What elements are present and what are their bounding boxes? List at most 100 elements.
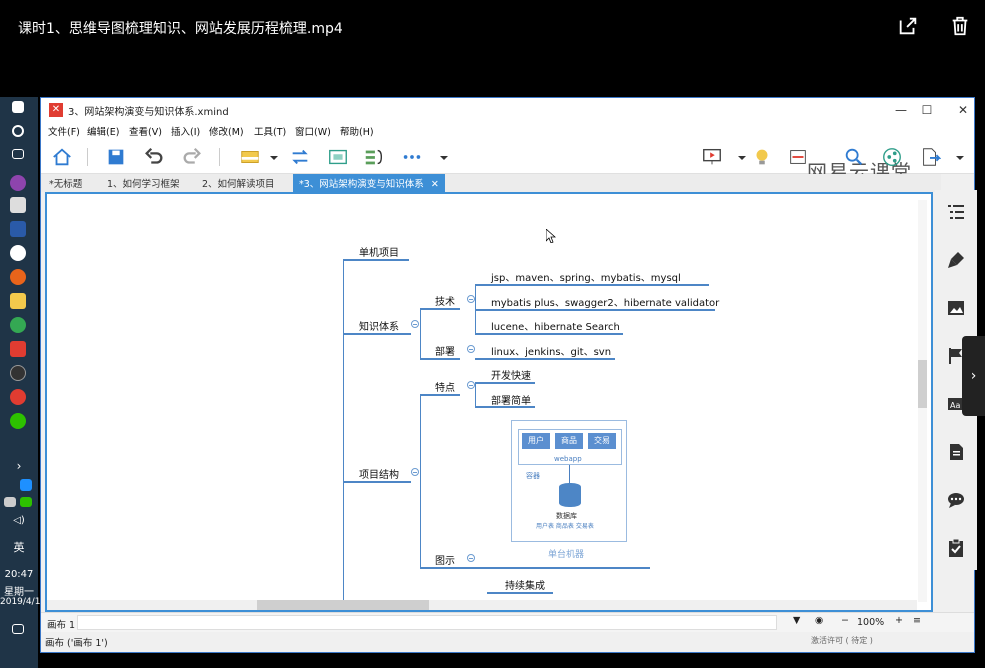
menu-modify[interactable]: 修改(M) <box>209 124 244 138</box>
format-brush-icon[interactable] <box>946 250 966 270</box>
wechat-tray-icon[interactable] <box>20 497 32 507</box>
collapse-toggle-icon[interactable] <box>411 320 419 328</box>
topic-icon[interactable] <box>239 146 261 168</box>
topic-dropdown-icon[interactable] <box>263 146 278 168</box>
more-icon[interactable] <box>401 146 423 168</box>
notes-icon[interactable] <box>946 442 966 462</box>
tab-read-project[interactable]: 2、如何解读项目 <box>202 176 275 190</box>
minimize-button[interactable]: — <box>891 101 911 119</box>
node-features[interactable]: 特点 <box>435 379 455 394</box>
architecture-diagram[interactable]: 用户 商品 交易 webapp 容器 数据库 用户表 商品表 交易表 单台机器 <box>511 420 627 560</box>
outline-list-icon[interactable] <box>946 202 966 222</box>
menu-edit[interactable]: 编辑(E) <box>87 124 119 138</box>
scroll-thumb[interactable] <box>918 360 927 408</box>
branch-line <box>475 382 476 406</box>
comment-icon[interactable] <box>946 490 966 510</box>
node-deploy-item[interactable]: linux、jenkins、git、svn <box>491 343 611 358</box>
app-purple-icon[interactable] <box>10 175 26 191</box>
menu-file[interactable]: 文件(F) <box>48 124 80 138</box>
filter-icon[interactable]: ▼ <box>793 615 800 626</box>
eye-icon[interactable]: ◉ <box>815 615 823 626</box>
tab-close-icon[interactable]: ✕ <box>431 179 439 190</box>
notification-icon[interactable] <box>12 624 24 634</box>
sheet-tab[interactable]: 画布 1 <box>47 617 75 631</box>
expand-panel-button[interactable]: › <box>962 336 985 416</box>
relationship-icon[interactable] <box>289 146 311 168</box>
export-dropdown-icon[interactable] <box>949 146 964 168</box>
network-icon[interactable] <box>4 497 16 507</box>
node-feature-1[interactable]: 开发快速 <box>491 367 531 382</box>
menu-insert[interactable]: 插入(I) <box>171 124 200 138</box>
menu-window[interactable]: 窗口(W) <box>295 124 331 138</box>
firefox-icon[interactable] <box>10 269 26 285</box>
presentation-icon[interactable] <box>701 146 723 168</box>
outline-icon[interactable] <box>787 146 809 168</box>
share-icon[interactable] <box>897 14 919 38</box>
zoom-in-button[interactable]: + <box>895 615 903 626</box>
volume-icon[interactable]: ◁) <box>0 515 38 526</box>
app-blue-icon[interactable] <box>10 221 26 237</box>
tray-icon[interactable] <box>20 479 32 491</box>
xmind-icon[interactable] <box>10 341 26 357</box>
close-button[interactable]: ✕ <box>953 101 973 119</box>
obs-icon[interactable] <box>10 365 26 381</box>
search-icon[interactable] <box>12 125 24 137</box>
presentation-dropdown-icon[interactable] <box>731 146 746 168</box>
node-feature-2[interactable]: 部署简单 <box>491 392 531 407</box>
node-tech-item-3[interactable]: lucene、hibernate Search <box>491 318 620 333</box>
undo-icon[interactable] <box>143 146 165 168</box>
collapse-toggle-icon[interactable] <box>467 345 475 353</box>
redo-icon[interactable] <box>181 146 203 168</box>
lightbulb-icon[interactable] <box>751 146 773 168</box>
zoom-out-button[interactable]: − <box>841 615 849 626</box>
menu-view[interactable]: 查看(V) <box>129 124 162 138</box>
tab-learn-framework[interactable]: 1、如何学习框架 <box>107 176 180 190</box>
wechat-icon[interactable] <box>10 413 26 429</box>
more-dropdown-icon[interactable] <box>433 146 448 168</box>
node-standalone[interactable]: 单机项目 <box>359 244 399 259</box>
folder-icon[interactable] <box>10 293 26 309</box>
scroll-thumb[interactable] <box>257 600 429 610</box>
menu-tools[interactable]: 工具(T) <box>254 124 286 138</box>
chrome-icon[interactable] <box>10 317 26 333</box>
summary-icon[interactable] <box>363 146 385 168</box>
sheet-tab-area[interactable] <box>77 615 777 630</box>
image-icon[interactable] <box>946 298 966 318</box>
home-icon[interactable] <box>51 146 73 168</box>
node-ci[interactable]: 持续集成 <box>505 577 545 592</box>
vertical-scrollbar[interactable] <box>918 200 927 602</box>
save-icon[interactable] <box>105 146 127 168</box>
node-tech-item-1[interactable]: jsp、maven、spring、mybatis、mysql <box>491 269 681 284</box>
collapse-toggle-icon[interactable] <box>411 468 419 476</box>
collapse-toggle-icon[interactable] <box>467 295 475 303</box>
collapse-toggle-icon[interactable] <box>467 381 475 389</box>
share-network-icon[interactable] <box>881 146 903 168</box>
menu-help[interactable]: 帮助(H) <box>340 124 374 138</box>
chevron-right-icon[interactable]: › <box>0 459 38 473</box>
app-white-icon[interactable] <box>10 245 26 261</box>
zoom-level[interactable]: 100% <box>857 617 884 628</box>
maximize-button[interactable]: ☐ <box>917 101 937 119</box>
windows-start-icon[interactable] <box>12 101 24 113</box>
boundary-icon[interactable] <box>327 146 349 168</box>
ime-indicator[interactable]: 英 <box>0 539 38 555</box>
tab-architecture[interactable]: *3、网站架构演变与知识体系 ✕ <box>293 174 445 192</box>
calculator-icon[interactable] <box>10 197 26 213</box>
node-knowledge[interactable]: 知识体系 <box>359 318 399 333</box>
horizontal-scrollbar[interactable] <box>47 600 917 610</box>
task-view-icon[interactable] <box>12 149 24 159</box>
node-deploy[interactable]: 部署 <box>435 343 455 358</box>
netease-icon[interactable] <box>10 389 26 405</box>
node-diagram[interactable]: 图示 <box>435 552 455 567</box>
node-structure[interactable]: 项目结构 <box>359 466 399 481</box>
collapse-toggle-icon[interactable] <box>467 554 475 562</box>
trash-icon[interactable] <box>949 14 971 38</box>
tab-untitled[interactable]: *无标题 <box>49 176 82 190</box>
export-icon[interactable] <box>919 146 942 168</box>
zoom-search-icon[interactable] <box>843 146 865 168</box>
fit-icon[interactable]: ≡ <box>913 615 921 626</box>
node-tech[interactable]: 技术 <box>435 293 455 308</box>
task-icon[interactable] <box>946 538 966 558</box>
node-tech-item-2[interactable]: mybatis plus、swagger2、hibernate validato… <box>491 294 719 309</box>
mindmap-canvas[interactable]: 单机项目 知识体系 技术 jsp、maven、spring、mybatis、my… <box>45 192 933 612</box>
